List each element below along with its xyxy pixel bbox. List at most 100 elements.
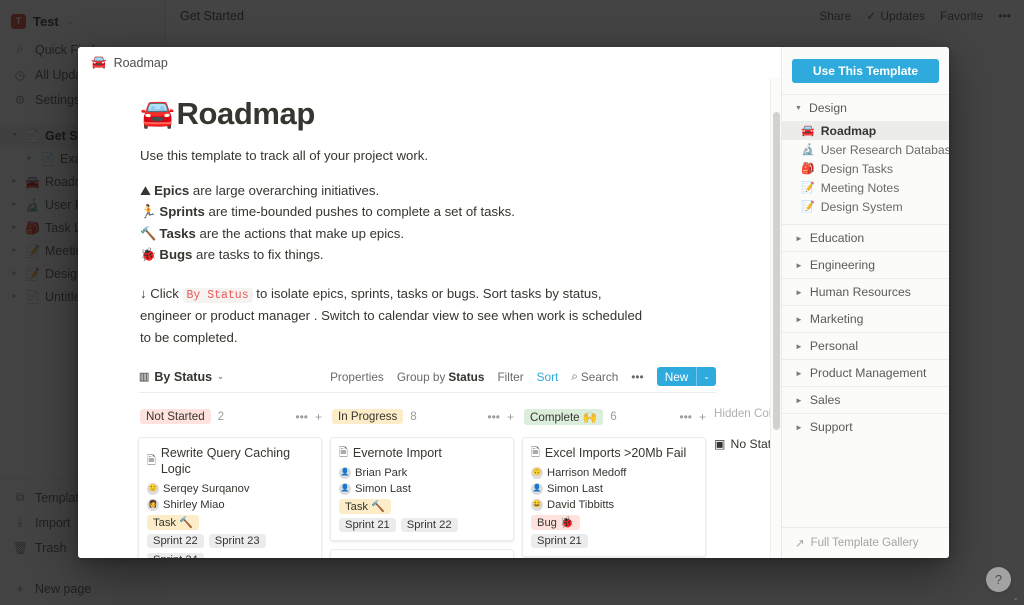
person-chip: 👩 Shirley Miao — [147, 499, 225, 512]
board-view-icon: ▥ — [139, 371, 150, 384]
status-badge[interactable]: Not Started — [140, 409, 211, 425]
category-label: Marketing — [809, 312, 864, 326]
triangle-right-icon: ► — [795, 233, 803, 243]
template-category-group: ► Human Resources — [782, 278, 949, 305]
full-template-gallery-link[interactable]: ↗ Full Template Gallery — [782, 527, 949, 558]
hint-prefix: ↓ Click — [140, 285, 183, 301]
view-tab-by-status[interactable]: ▥ By Status ⌄ — [139, 370, 224, 384]
template-category-engineering[interactable]: ► Engineering — [782, 251, 949, 278]
legend-list: ⛰ Epics are large overarching initiatives… — [140, 180, 781, 266]
avatar: 👤 — [339, 467, 351, 480]
template-category-education[interactable]: ► Education — [782, 224, 949, 251]
legend-term: Tasks — [159, 225, 196, 241]
group-by-button[interactable]: Group by Status — [397, 370, 485, 384]
category-label: Personal — [809, 339, 859, 353]
search-icon: ⌕ — [571, 369, 578, 384]
triangle-right-icon: ► — [795, 368, 803, 378]
template-item-design-system[interactable]: 📝 Design System — [782, 197, 949, 216]
filter-button[interactable]: Filter — [497, 370, 523, 384]
chevron-down-icon: ⌄ — [1012, 593, 1019, 602]
page-title-text: Roadmap — [176, 96, 315, 131]
card-tag-row: Bug 🐞 — [531, 515, 697, 531]
template-category-human-resources[interactable]: ► Human Resources — [782, 278, 949, 305]
triangle-right-icon: ► — [795, 341, 803, 351]
triangle-right-icon: ► — [795, 287, 803, 297]
kanban-card[interactable]: 🗎 Rewrite Query Caching Logic 🙂 Serqey Surq… — [138, 436, 322, 558]
kanban-card[interactable]: 🗎 Excel Imports >20Mb Fail 🙃 Harrison Medof… — [522, 436, 706, 558]
person-chip: 🙂 Serqey Surqanov — [147, 483, 250, 496]
new-record-button[interactable]: New ⌄ — [656, 367, 716, 387]
avatar: 😀 — [531, 499, 543, 512]
properties-button[interactable]: Properties — [330, 370, 384, 384]
kanban-card[interactable]: 🗎Apple Login👤Ivan Zhao👤Brian Park👤Ben La… — [330, 549, 514, 558]
legend-term: Bugs — [159, 247, 193, 263]
card-people-row: 👤 Simon Last — [339, 483, 505, 496]
category-label: Support — [809, 420, 853, 434]
legend-item: 🐞 Bugs are tasks to fix things. — [140, 244, 781, 265]
card-title-text: Apple Login — [353, 557, 419, 558]
column-add-icon[interactable]: + — [507, 410, 514, 424]
avatar: 👤 — [339, 483, 351, 496]
search-label: Search — [580, 369, 619, 384]
sprint-tag: Sprint 22 — [400, 518, 458, 533]
template-category-list: ▼ Design 🚘 Roadmap 🔬 User Research Database 🎒 D… — [782, 94, 949, 527]
category-label: Human Resources — [809, 285, 911, 299]
template-category-marketing[interactable]: ► Marketing — [782, 305, 949, 332]
help-button[interactable]: ? — [986, 567, 1011, 592]
avatar: 👤 — [531, 483, 543, 496]
column-add-icon[interactable]: + — [699, 410, 706, 424]
column-more-icon[interactable]: ••• — [679, 410, 692, 424]
template-item-label: Design System — [820, 199, 903, 214]
column-header: In Progress 8 ••• + — [330, 407, 514, 427]
category-label: Education — [809, 231, 865, 245]
column-count: 6 — [610, 410, 617, 424]
template-emoji-icon: 🚘 — [801, 125, 815, 137]
legend-description: are large overarching initiatives. — [189, 183, 380, 199]
status-badge[interactable]: Complete 🙌 — [524, 408, 604, 425]
sprint-tag: Sprint 23 — [208, 534, 266, 549]
legend-description: are time-bounded pushes to complete a se… — [204, 204, 515, 220]
sort-button[interactable]: Sort — [537, 370, 559, 384]
template-item-user-research-database[interactable]: 🔬 User Research Database — [782, 140, 949, 159]
legend-item: 🔨 Tasks are the actions that make up epic… — [140, 223, 781, 244]
template-item-meeting-notes[interactable]: 📝 Meeting Notes — [782, 178, 949, 197]
sprint-tag: Sprint 21 — [531, 534, 588, 549]
use-this-template-button[interactable]: Use This Template — [792, 59, 939, 83]
kanban-column: In Progress 8 ••• + 🗎 Evernote Import 👤 Brian P… — [330, 407, 514, 558]
preview-scrollbar[interactable] — [770, 78, 781, 558]
person-chip: 👤 Brian Park — [339, 467, 407, 480]
card-title-text: Rewrite Query Caching Logic — [160, 445, 291, 477]
preview-header-title: Roadmap — [113, 55, 168, 70]
triangle-right-icon: ► — [795, 395, 803, 405]
template-category-personal[interactable]: ► Personal — [782, 332, 949, 359]
column-more-icon[interactable]: ••• — [487, 410, 500, 424]
kanban-card[interactable]: 🗎 Evernote Import 👤 Brian Park 👤 Simon Last Ta… — [330, 436, 514, 542]
use-template-container: Use This Template — [782, 47, 949, 94]
template-category-sales[interactable]: ► Sales — [782, 386, 949, 413]
view-tab-label: By Status — [154, 369, 213, 384]
scrollbar-thumb[interactable] — [773, 112, 780, 430]
person-name: Harrison Medoff — [547, 467, 627, 480]
template-category-product-management[interactable]: ► Product Management — [782, 359, 949, 386]
template-category-support[interactable]: ► Support — [782, 413, 949, 440]
triangle-right-icon: ► — [795, 260, 803, 270]
template-emoji-icon: 🎒 — [801, 163, 815, 175]
gallery-label: Full Template Gallery — [810, 537, 919, 549]
column-header: Not Started 2 ••• + — [138, 407, 322, 427]
template-preview-pane: 🚘 Roadmap 🚘 Roadmap Use this template to… — [78, 47, 781, 558]
search-button[interactable]: ⌕ Search — [571, 369, 618, 384]
template-item-design-tasks[interactable]: 🎒 Design Tasks — [782, 159, 949, 178]
column-more-icon[interactable]: ••• — [295, 410, 308, 424]
template-category-design[interactable]: ▼ Design — [782, 94, 949, 121]
status-badge[interactable]: In Progress — [332, 409, 404, 425]
person-name: Serqey Surqanov — [163, 483, 250, 496]
kanban-board: Not Started 2 ••• + 🗎 Rewrite Query Caching L… — [138, 407, 781, 558]
legend-term: Sprints — [159, 204, 205, 220]
page-doc-icon: 🗎 — [339, 446, 348, 459]
new-record-label: New — [664, 369, 689, 384]
group-by-label: Group by — [396, 369, 446, 384]
person-name: Simon Last — [547, 483, 603, 496]
column-add-icon[interactable]: + — [315, 410, 322, 424]
template-item-roadmap[interactable]: 🚘 Roadmap — [782, 121, 949, 140]
more-options-button[interactable]: ••• — [631, 370, 643, 384]
